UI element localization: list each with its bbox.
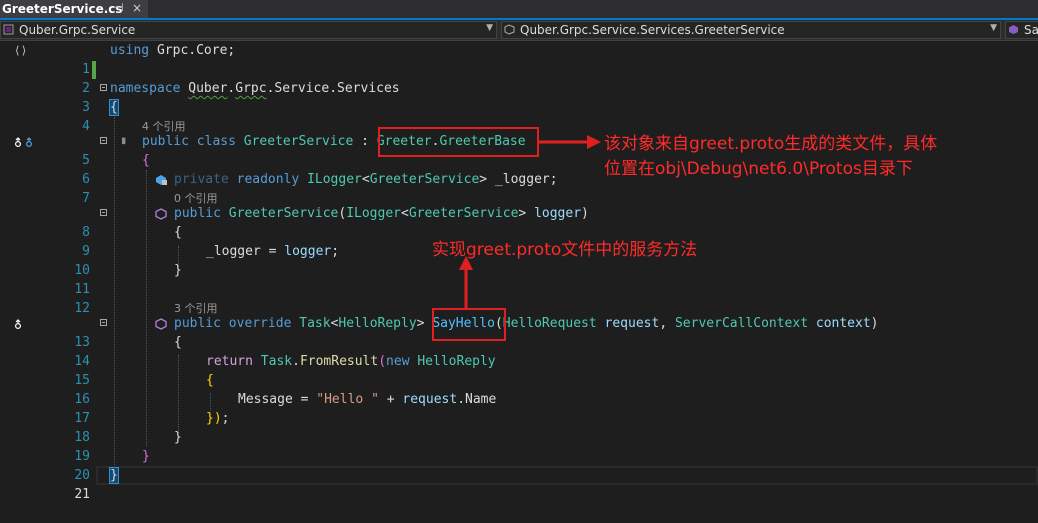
code-line[interactable]: 2 [0,60,1038,96]
code-text: return Task.FromResult(new HelloReply [206,354,496,369]
code-text: } [174,263,182,278]
code-line[interactable]: 1 using Grpc.Core; [0,41,1038,77]
code-text: { [206,373,214,388]
code-line[interactable]: 8 public GreeterService(ILogger<GreeterS… [0,204,1038,240]
code-line[interactable]: 14 { [0,333,1038,369]
code-text: { [174,335,182,350]
code-text: } [174,430,182,445]
arrow-right-icon [539,135,601,149]
class-icon [504,24,515,35]
type-dropdown-label: Quber.Grpc.Service.Services.GreeterServi… [520,23,785,37]
code-text: private readonly ILogger<GreeterService>… [174,172,558,187]
method-note: 实现greet.proto文件中的服务方法 [432,240,698,260]
matching-brace: } [109,467,119,484]
fold-toggle[interactable] [100,209,107,216]
code-text: }); [206,411,230,426]
code-line[interactable]: 18 }); [0,409,1038,445]
code-line[interactable]: 17 Message = "Hello " + request.Name [0,390,1038,426]
code-line[interactable]: 4 { [0,98,1038,134]
code-text: { [142,153,150,168]
code-line[interactable]: 13 public override Task<HelloReply> SayH… [0,314,1038,350]
code-text: public GreeterService(ILogger<GreeterSer… [174,206,589,221]
line-number: 21 [74,487,90,502]
project-dropdown-label: Quber.Grpc.Service [19,23,136,37]
code-line[interactable]: 21 } [0,466,1038,502]
code-text: _logger = logger; [206,244,340,259]
code-text: public override Task<HelloReply> SayHell… [174,316,879,331]
chevron-down-icon: ▼ [990,23,997,33]
pin-icon[interactable]: ⊣ [114,1,124,14]
method-icon [155,318,167,330]
fold-toggle[interactable] [100,319,107,326]
fold-toggle[interactable] [100,137,107,144]
code-text: } [109,466,119,485]
private-field-icon [156,175,167,185]
project-dropdown[interactable]: Quber.Grpc.Service ▼ [0,21,497,39]
code-line[interactable]: 20 } [0,447,1038,483]
code-line[interactable]: 11 } [0,261,1038,297]
tab-title: GreeterService.cs [2,2,123,16]
close-icon[interactable]: × [132,1,142,15]
csharp-project-icon [3,24,14,35]
code-line[interactable]: 19 } [0,428,1038,464]
member-dropdown-label: Sa [1024,23,1038,37]
code-line[interactable]: 3 namespace Quber.Grpc.Service.Services [0,79,1038,115]
type-dropdown[interactable]: Quber.Grpc.Service.Services.GreeterServi… [501,21,1001,39]
base-class-note-line2: 位置在obj\Debug\net6.0\Protos目录下 [604,159,913,179]
method-icon [155,208,167,220]
fold-toggle[interactable] [100,84,107,91]
code-line[interactable]: 15 return Task.FromResult(new HelloReply [0,352,1038,388]
code-text: { [109,98,119,117]
greeterbase-highlight-box [378,127,539,157]
chevron-down-icon: ▼ [486,23,493,33]
base-class-note-line1: 该对象来自greet.proto生成的类文件，具体 [604,134,938,154]
codelens-references[interactable]: 0 个引用 [0,190,1038,205]
sayhello-highlight-box [432,308,506,341]
code-line[interactable]: 16 { [0,371,1038,407]
document-tab-bar: GreeterService.cs ⊣ × [0,0,1038,20]
code-text: Message = "Hello " + request.Name [238,392,497,407]
code-text: namespace Quber.Grpc.Service.Services [110,81,400,96]
matching-brace: { [109,99,119,116]
arrow-up-icon [459,256,473,308]
code-text: { [174,225,182,240]
navigation-bar: Quber.Grpc.Service ▼ Quber.Grpc.Service.… [0,20,1038,41]
tab-greeterservice[interactable]: GreeterService.cs ⊣ × [0,0,148,18]
code-text: } [142,449,150,464]
codelens-references[interactable]: 3 个引用 [0,300,1038,315]
code-line[interactable]: 12 [0,280,1038,316]
method-icon [1009,25,1018,34]
code-text: using Grpc.Core; [110,43,236,58]
member-dropdown[interactable]: Sa [1005,21,1038,39]
